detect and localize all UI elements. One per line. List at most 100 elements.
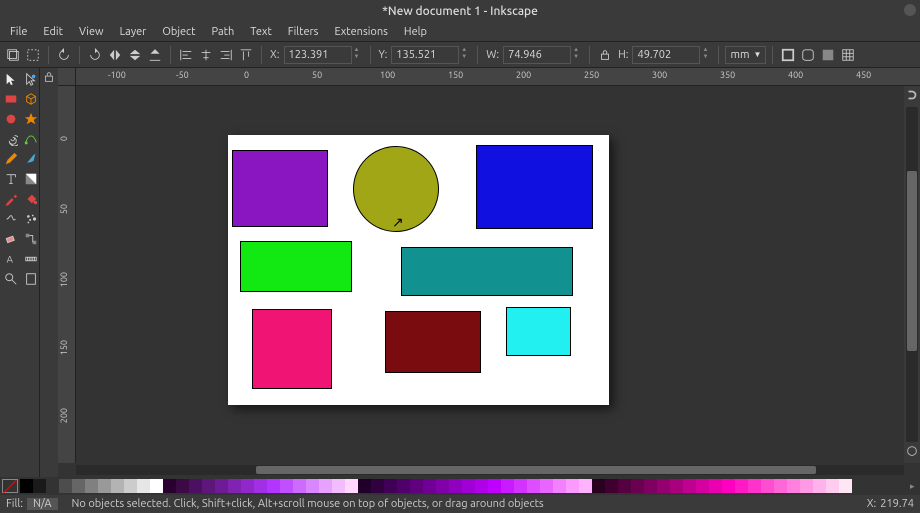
palette-swatch[interactable] — [475, 479, 488, 493]
palette-swatch[interactable] — [189, 479, 202, 493]
paintbucket-tool[interactable] — [22, 190, 40, 208]
node-tool[interactable] — [22, 70, 40, 88]
rectangle-tool[interactable] — [2, 90, 20, 108]
spiral-tool[interactable] — [2, 130, 20, 148]
palette-swatch[interactable] — [176, 479, 189, 493]
palette-swatch[interactable] — [59, 479, 72, 493]
align-top-icon[interactable] — [237, 46, 255, 64]
unit-select[interactable]: mm▼ — [725, 46, 766, 64]
palette-swatch[interactable] — [722, 479, 735, 493]
ellipse-tool[interactable] — [2, 110, 20, 128]
palette-swatch[interactable] — [839, 479, 852, 493]
select-all-icon[interactable] — [24, 46, 42, 64]
spray-tool[interactable] — [22, 210, 40, 228]
scale-stroke-icon[interactable] — [779, 46, 797, 64]
3dbox-tool[interactable] — [22, 90, 40, 108]
flip-h-icon[interactable] — [106, 46, 124, 64]
measure-tool[interactable] — [22, 250, 40, 268]
menu-layer[interactable]: Layer — [112, 24, 155, 40]
palette-swatch[interactable] — [280, 479, 293, 493]
palette-swatch[interactable] — [592, 479, 605, 493]
menu-file[interactable]: File — [2, 24, 35, 40]
status-fill-value[interactable]: N/A — [27, 498, 58, 510]
canvas-rect[interactable] — [476, 145, 593, 229]
w-spin[interactable]: ▲▼ — [573, 46, 583, 64]
canvas-rect[interactable] — [506, 307, 571, 356]
palette-swatch[interactable] — [98, 479, 111, 493]
palette-swatch[interactable] — [332, 479, 345, 493]
eraser-tool[interactable] — [2, 230, 20, 248]
flip-v-icon[interactable] — [126, 46, 144, 64]
palette-swatch[interactable] — [774, 479, 787, 493]
canvas-rect[interactable] — [240, 241, 352, 292]
ruler-horizontal[interactable]: -100-50050100150200250300350400450500 — [76, 68, 920, 86]
palette-swatch[interactable] — [644, 479, 657, 493]
calligraphy-tool[interactable] — [22, 150, 40, 168]
palette-swatch[interactable] — [85, 479, 98, 493]
palette-swatch[interactable] — [410, 479, 423, 493]
align-left-icon[interactable] — [177, 46, 195, 64]
scale-corners-icon[interactable] — [799, 46, 817, 64]
canvas-rect[interactable] — [252, 309, 332, 389]
palette-swatch[interactable] — [579, 479, 592, 493]
gradient-tool[interactable] — [22, 170, 40, 188]
palette-swatch[interactable] — [371, 479, 384, 493]
window-close-button[interactable] — [904, 4, 916, 16]
palette-swatch[interactable] — [228, 479, 241, 493]
lpe-tool[interactable]: A — [2, 250, 20, 268]
cms-icon[interactable] — [905, 444, 919, 461]
palette-swatch[interactable] — [306, 479, 319, 493]
palette-swatch[interactable] — [111, 479, 124, 493]
pages-tool[interactable] — [22, 270, 40, 288]
palette-swatch[interactable] — [566, 479, 579, 493]
palette-swatch[interactable] — [683, 479, 696, 493]
move-gradient-icon[interactable] — [819, 46, 837, 64]
palette-swatch[interactable] — [553, 479, 566, 493]
palette-swatch[interactable] — [501, 479, 514, 493]
horizontal-scrollbar[interactable] — [76, 465, 904, 475]
palette-none-swatch[interactable] — [2, 479, 18, 493]
palette-swatch[interactable] — [345, 479, 358, 493]
bezier-tool[interactable] — [22, 130, 40, 148]
canvas-ellipse[interactable] — [353, 146, 439, 232]
rotate-cw-icon[interactable] — [86, 46, 104, 64]
guides-lock-icon[interactable] — [42, 70, 56, 87]
move-pattern-icon[interactable] — [839, 46, 857, 64]
palette-swatch[interactable] — [787, 479, 800, 493]
horizontal-scrollbar-thumb[interactable] — [256, 466, 816, 474]
menu-filters[interactable]: Filters — [280, 24, 327, 40]
palette-swatch[interactable] — [137, 479, 150, 493]
select-all-layers-icon[interactable] — [4, 46, 22, 64]
palette-swatch[interactable] — [72, 479, 85, 493]
palette-swatch[interactable] — [384, 479, 397, 493]
vertical-scrollbar[interactable] — [906, 107, 918, 442]
y-input[interactable] — [391, 46, 459, 64]
palette-swatch[interactable] — [657, 479, 670, 493]
menu-object[interactable]: Object — [154, 24, 203, 40]
palette-swatch[interactable] — [449, 479, 462, 493]
palette-swatch[interactable] — [514, 479, 527, 493]
palette-swatch[interactable] — [202, 479, 215, 493]
selector-tool[interactable] — [2, 70, 20, 88]
palette-swatch[interactable] — [462, 479, 475, 493]
palette-swatch[interactable] — [605, 479, 618, 493]
palette-swatch[interactable] — [748, 479, 761, 493]
palette-swatch[interactable] — [254, 479, 267, 493]
menu-edit[interactable]: Edit — [35, 24, 71, 40]
canvas-rect[interactable] — [232, 150, 328, 227]
menu-help[interactable]: Help — [396, 24, 435, 40]
palette-swatch[interactable] — [358, 479, 371, 493]
palette-swatch[interactable] — [436, 479, 449, 493]
vertical-scrollbar-thumb[interactable] — [907, 171, 917, 351]
rotate-ccw-icon[interactable] — [55, 46, 73, 64]
connector-tool[interactable] — [22, 230, 40, 248]
menu-view[interactable]: View — [71, 24, 112, 40]
menu-text[interactable]: Text — [242, 24, 280, 40]
palette-swatch[interactable] — [33, 479, 46, 493]
palette-swatch[interactable] — [267, 479, 280, 493]
w-input[interactable] — [503, 46, 571, 64]
palette-menu-icon[interactable]: ▸ — [910, 481, 920, 492]
tweak-tool[interactable] — [2, 210, 20, 228]
h-input[interactable] — [632, 46, 700, 64]
palette-swatch[interactable] — [696, 479, 709, 493]
